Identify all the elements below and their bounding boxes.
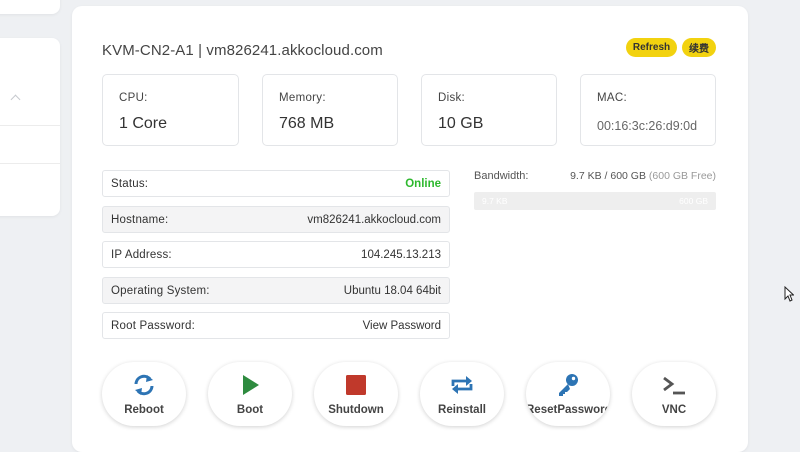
spec-value: 1 Core bbox=[119, 115, 168, 132]
reboot-button[interactable]: Reboot bbox=[102, 362, 186, 426]
stop-icon bbox=[346, 375, 366, 395]
boot-label: Boot bbox=[236, 404, 264, 416]
info-label: Hostname: bbox=[111, 213, 169, 226]
key-icon bbox=[559, 374, 578, 396]
sidebar-divider bbox=[0, 163, 60, 164]
info-label: Operating System: bbox=[111, 284, 210, 297]
bandwidth-bar-total: 600 GB bbox=[679, 196, 708, 206]
bandwidth-progress-bar: 9.7 KB 600 GB bbox=[474, 192, 716, 210]
info-row-root-password: Root Password: View Password bbox=[102, 312, 450, 339]
spec-card-cpu: CPU: 1 Core bbox=[102, 74, 239, 146]
info-row-status: Status: Online bbox=[102, 170, 450, 197]
mouse-cursor-icon bbox=[784, 286, 794, 302]
spec-card-disk: Disk: 10 GB bbox=[421, 74, 557, 146]
info-row-ip: IP Address: 104.245.13.213 bbox=[102, 241, 450, 268]
reset-password-label: ResetPassword bbox=[526, 404, 610, 416]
sidebar-divider bbox=[0, 125, 60, 126]
spec-label: Disk: bbox=[438, 92, 466, 104]
shutdown-label: Shutdown bbox=[328, 404, 384, 416]
ip-value: 104.245.13.213 bbox=[361, 248, 441, 261]
spec-value: 768 MB bbox=[279, 115, 335, 132]
spec-label: MAC: bbox=[597, 92, 627, 104]
server-title: KVM-CN2-A1 | vm826241.akkocloud.com bbox=[102, 42, 383, 59]
bandwidth-free: (600 GB Free) bbox=[648, 170, 716, 182]
spec-value: 00:16:3c:26:d9:0d bbox=[597, 119, 698, 133]
spec-card-mac: MAC: 00:16:3c:26:d9:0d bbox=[580, 74, 716, 146]
reinstall-button[interactable]: Reinstall bbox=[420, 362, 504, 426]
boot-button[interactable]: Boot bbox=[208, 362, 292, 426]
renew-button[interactable]: 续费 bbox=[682, 38, 716, 57]
os-value: Ubuntu 18.04 64bit bbox=[343, 284, 441, 297]
info-row-os: Operating System: Ubuntu 18.04 64bit bbox=[102, 277, 450, 304]
reset-password-button[interactable]: ResetPassword bbox=[526, 362, 610, 426]
hostname-value: vm826241.akkocloud.com bbox=[307, 213, 441, 226]
spec-label: Memory: bbox=[279, 92, 326, 104]
info-label: IP Address: bbox=[111, 248, 172, 261]
status-badge: Online bbox=[405, 177, 441, 190]
sidebar-menu-card bbox=[0, 38, 60, 216]
server-panel: KVM-CN2-A1 | vm826241.akkocloud.com Refr… bbox=[72, 6, 748, 452]
reinstall-icon bbox=[451, 376, 473, 394]
terminal-icon bbox=[663, 376, 685, 395]
refresh-icon bbox=[134, 374, 154, 396]
spec-label: CPU: bbox=[119, 92, 148, 104]
info-row-hostname: Hostname: vm826241.akkocloud.com bbox=[102, 206, 450, 233]
spec-value: 10 GB bbox=[438, 115, 484, 132]
refresh-button[interactable]: Refresh bbox=[626, 38, 677, 57]
bandwidth-usage: 9.7 KB / 600 GB (600 GB Free) bbox=[570, 170, 716, 182]
info-label: Root Password: bbox=[111, 319, 195, 332]
sidebar-top-card bbox=[0, 0, 60, 14]
bandwidth-bar-used: 9.7 KB bbox=[482, 196, 508, 206]
reboot-label: Reboot bbox=[124, 404, 164, 416]
info-label: Status: bbox=[111, 177, 149, 190]
bandwidth-label: Bandwidth: bbox=[474, 170, 529, 182]
reinstall-label: Reinstall bbox=[438, 404, 486, 416]
chevron-up-icon[interactable] bbox=[10, 94, 21, 105]
view-password-link[interactable]: View Password bbox=[363, 320, 441, 332]
spec-card-memory: Memory: 768 MB bbox=[262, 74, 398, 146]
vnc-label: VNC bbox=[661, 404, 687, 416]
shutdown-button[interactable]: Shutdown bbox=[314, 362, 398, 426]
play-icon bbox=[243, 375, 259, 395]
vnc-button[interactable]: VNC bbox=[632, 362, 716, 426]
bandwidth-usage-value: 9.7 KB / 600 GB bbox=[570, 170, 646, 182]
